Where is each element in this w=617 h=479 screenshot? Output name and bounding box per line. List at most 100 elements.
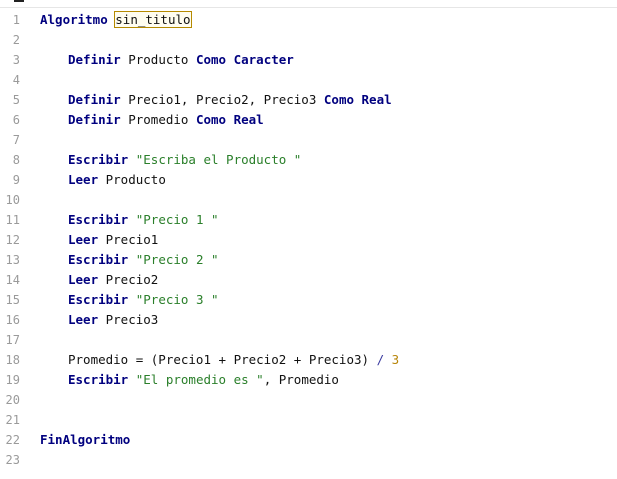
code-line[interactable]: 21 (0, 410, 617, 430)
line-number: 14 (5, 273, 20, 287)
line-number: 22 (5, 433, 20, 447)
code-line[interactable]: 8 Escribir "Escriba el Producto " (0, 150, 617, 170)
code-line[interactable]: 15 Escribir "Precio 3 " (0, 290, 617, 310)
keyword-token: Leer (68, 312, 99, 327)
code-line[interactable]: 9 Leer Producto (0, 170, 617, 190)
line-number: 11 (5, 213, 20, 227)
code-line[interactable]: 14 Leer Precio2 (0, 270, 617, 290)
code-line[interactable]: 11 Escribir "Precio 1 " (0, 210, 617, 230)
keyword-token: Escribir (68, 212, 129, 227)
string-token: "Precio 2 " (135, 252, 219, 267)
keyword-token: Definir (68, 52, 121, 67)
string-token: "El promedio es " (135, 372, 264, 387)
line-number: 16 (5, 313, 20, 327)
code-line[interactable]: 1 Algoritmo sin_titulo (0, 10, 617, 30)
keyword-token: Definir (68, 92, 121, 107)
text-token: Producto (98, 172, 166, 187)
keyword-token: FinAlgoritmo (40, 432, 131, 447)
code-text[interactable]: Algoritmo sin_titulo (40, 10, 192, 30)
keyword-token: Leer (68, 272, 99, 287)
text-token: Precio1 (98, 232, 159, 247)
keyword-token: Leer (68, 172, 99, 187)
keyword-token: Algoritmo (40, 12, 108, 27)
keyword-token: Escribir (68, 152, 129, 167)
number-token: 3 (391, 352, 400, 367)
line-number: 19 (5, 373, 20, 387)
line-number: 13 (5, 253, 20, 267)
code-line[interactable]: 6 Definir Promedio Como Real (0, 110, 617, 130)
text-token: Precio3 (98, 312, 159, 327)
line-number: 18 (5, 353, 20, 367)
keyword-token: Escribir (68, 252, 129, 267)
keyword-token: Como (323, 92, 354, 107)
code-text[interactable]: Definir Promedio Como Real (40, 110, 264, 130)
text-token: Promedio (120, 112, 196, 127)
code-line[interactable]: 23 (0, 450, 617, 470)
line-number: 6 (12, 113, 20, 127)
code-line[interactable]: 20 (0, 390, 617, 410)
code-line[interactable]: 17 (0, 330, 617, 350)
code-line[interactable]: 10 (0, 190, 617, 210)
line-number: 21 (5, 413, 20, 427)
string-token: "Escriba el Producto " (135, 152, 302, 167)
keyword-token: Caracter (233, 52, 294, 67)
code-line[interactable]: 22 FinAlgoritmo (0, 430, 617, 450)
code-line[interactable]: 19 Escribir "El promedio es ", Promedio (0, 370, 617, 390)
keyword-token: Leer (68, 232, 99, 247)
line-number: 2 (12, 33, 20, 47)
code-line[interactable]: 12 Leer Precio1 (0, 230, 617, 250)
line-number: 5 (12, 93, 20, 107)
text-token: , Promedio (263, 372, 339, 387)
code-text[interactable]: Escribir "Escriba el Producto " (40, 150, 301, 170)
code-text[interactable]: Leer Precio1 (40, 230, 158, 250)
line-number: 8 (12, 153, 20, 167)
code-text[interactable]: Escribir "El promedio es ", Promedio (40, 370, 339, 390)
string-token: "Precio 1 " (135, 212, 219, 227)
highlighted-token: sin_titulo (114, 11, 192, 28)
keyword-token: Definir (68, 112, 121, 127)
code-line[interactable]: 4 (0, 70, 617, 90)
keyword-token: Como (195, 52, 227, 67)
keyword-token: Como (195, 112, 227, 127)
keyword-token: Escribir (68, 372, 129, 387)
code-text[interactable]: Escribir "Precio 2 " (40, 250, 219, 270)
code-text[interactable]: FinAlgoritmo (40, 430, 130, 450)
code-text[interactable]: Leer Producto (40, 170, 166, 190)
text-token: Promedio = (Precio1 + Precio2 + Precio3) (68, 352, 377, 367)
code-line[interactable]: 5 Definir Precio1, Precio2, Precio3 Como … (0, 90, 617, 110)
line-number: 10 (5, 193, 20, 207)
code-text[interactable]: Leer Precio3 (40, 310, 158, 330)
line-number: 15 (5, 293, 20, 307)
code-text[interactable]: Leer Precio2 (40, 270, 158, 290)
code-text[interactable]: Escribir "Precio 1 " (40, 210, 219, 230)
operator-token: / (376, 352, 385, 367)
code-line[interactable]: 18 Promedio = (Precio1 + Precio2 + Precio… (0, 350, 617, 370)
keyword-token: Real (361, 92, 392, 107)
keyword-token: Escribir (68, 292, 129, 307)
code-text[interactable]: Definir Precio1, Precio2, Precio3 Como R… (40, 90, 392, 110)
string-token: "Precio 3 " (135, 292, 219, 307)
text-token: Producto (120, 52, 196, 67)
line-number: 4 (12, 73, 20, 87)
line-number: 9 (12, 173, 20, 187)
line-number: 23 (5, 453, 20, 467)
keyword-token: Real (233, 112, 264, 127)
code-line[interactable]: 2 (0, 30, 617, 50)
code-text[interactable]: Promedio = (Precio1 + Precio2 + Precio3)… (40, 350, 399, 370)
code-line[interactable]: 13 Escribir "Precio 2 " (0, 250, 617, 270)
line-number: 20 (5, 393, 20, 407)
code-text[interactable]: Definir Producto Como Caracter (40, 50, 294, 70)
code-text[interactable]: Escribir "Precio 3 " (40, 290, 219, 310)
code-line[interactable]: 16 Leer Precio3 (0, 310, 617, 330)
code-line[interactable]: 3 Definir Producto Como Caracter (0, 50, 617, 70)
code-line[interactable]: 7 (0, 130, 617, 150)
code-editor[interactable]: 1 Algoritmo sin_titulo 2 3 Definir Producto … (0, 10, 617, 470)
